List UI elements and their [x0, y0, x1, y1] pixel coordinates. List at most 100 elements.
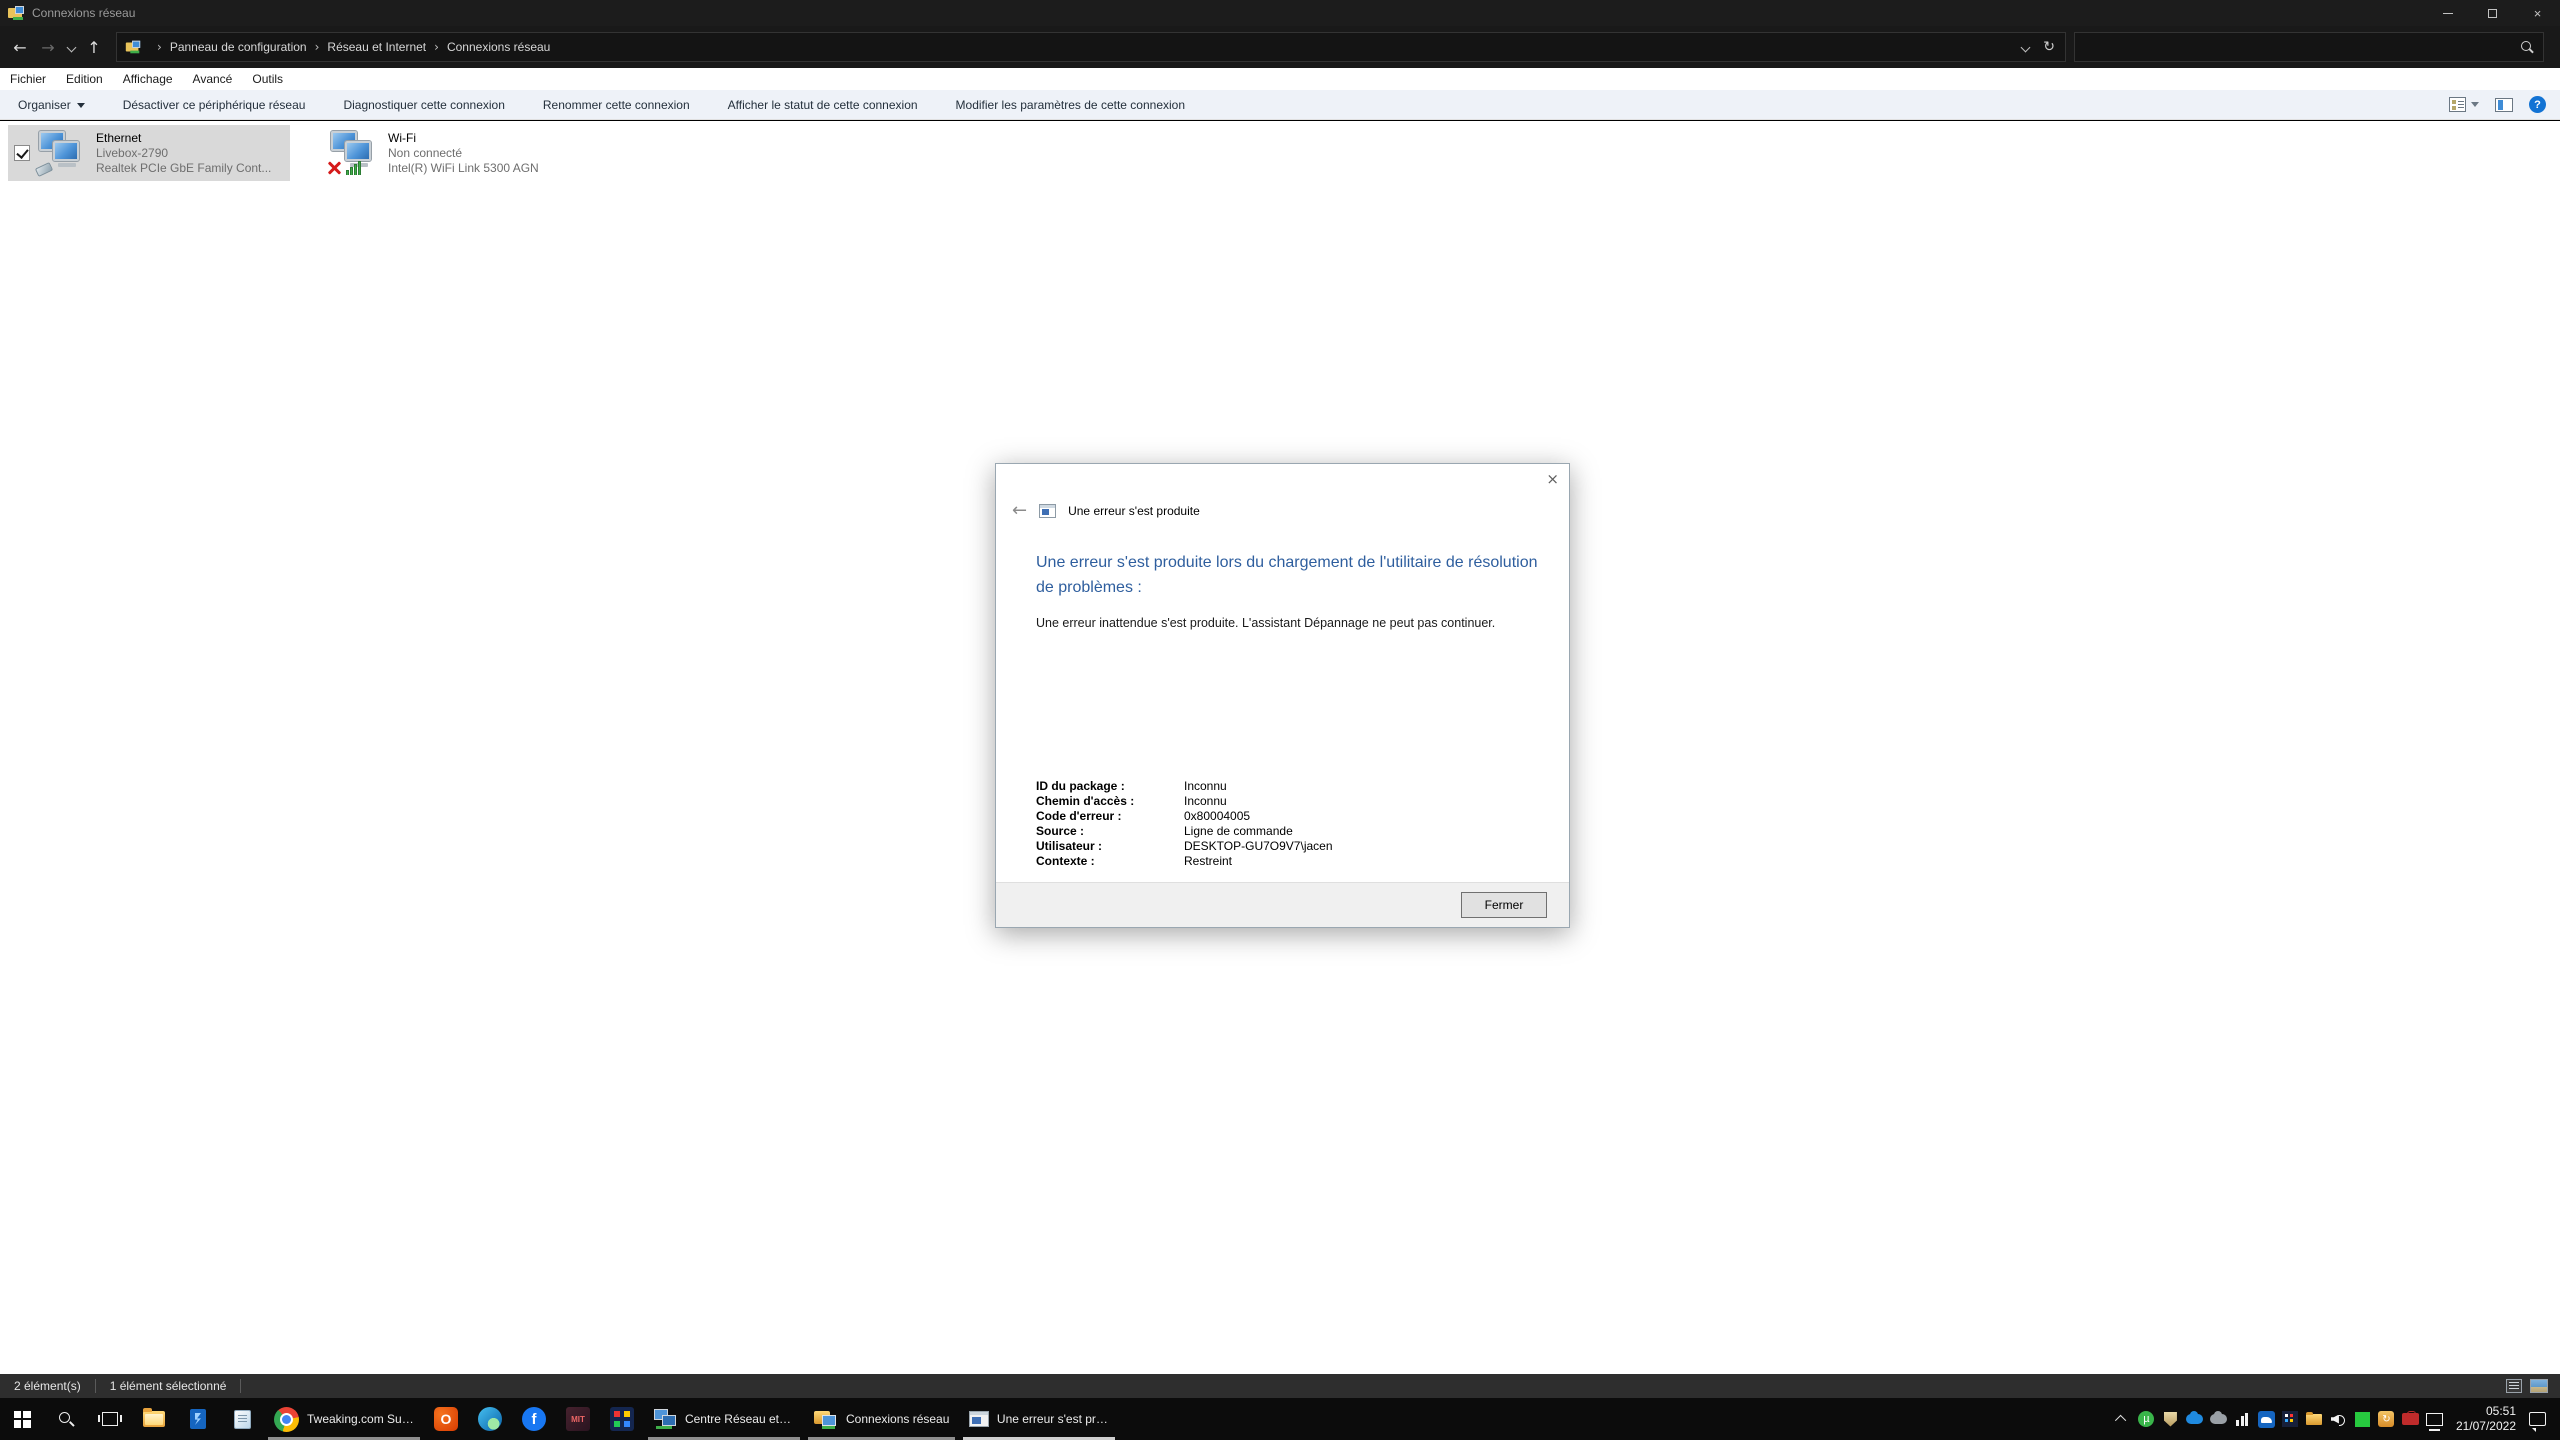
address-dropdown-icon[interactable] — [2021, 42, 2031, 52]
view-options-dropdown-icon — [2471, 102, 2479, 107]
edge-button[interactable] — [468, 1398, 512, 1440]
search-icon — [57, 1410, 75, 1428]
toolbox-tray-icon[interactable] — [2402, 1411, 2419, 1428]
maximize-button[interactable] — [2470, 0, 2515, 26]
adapter-device: Intel(R) WiFi Link 5300 AGN — [388, 161, 539, 176]
breadcrumb-control-panel[interactable]: Panneau de configuration — [170, 40, 307, 54]
green-square-tray-icon[interactable] — [2354, 1411, 2371, 1428]
disable-device-button[interactable]: Désactiver ce périphérique réseau — [123, 98, 306, 112]
dialog-title: Une erreur s'est produite — [1068, 504, 1200, 518]
car-app-tray-icon[interactable] — [2258, 1411, 2275, 1428]
menu-fichier[interactable]: Fichier — [0, 72, 56, 86]
shield-tray-icon[interactable] — [2162, 1411, 2179, 1428]
forward-icon[interactable]: → — [34, 33, 62, 61]
help-icon[interactable]: ? — [2529, 96, 2546, 113]
connection-status-button[interactable]: Afficher le statut de cette connexion — [728, 98, 918, 112]
preview-pane-icon[interactable] — [2495, 98, 2513, 112]
menu-outils[interactable]: Outils — [242, 72, 293, 86]
breadcrumb-network-connections[interactable]: Connexions réseau — [447, 40, 550, 54]
adapter-ethernet[interactable]: Ethernet Livebox-2790 Realtek PCIe GbE F… — [8, 125, 290, 181]
adapter-network: Livebox-2790 — [96, 146, 271, 161]
refresh-icon[interactable]: ↻ — [2043, 39, 2055, 55]
breadcrumb[interactable]: › Panneau de configuration › Réseau et I… — [116, 32, 2066, 62]
cloud-sync-tray-icon[interactable] — [2210, 1411, 2227, 1428]
sync-orange-tray-icon[interactable]: ↻ — [2378, 1411, 2395, 1428]
network-center-window-button[interactable]: Centre Réseau et p... — [644, 1398, 804, 1440]
adapter-device: Realtek PCIe GbE Family Cont... — [96, 161, 271, 176]
start-button[interactable] — [0, 1398, 44, 1440]
detail-row: Contexte :Restreint — [1036, 854, 1333, 869]
network-folder-icon — [8, 6, 24, 20]
location-icon — [126, 41, 140, 54]
view-options-icon — [2449, 97, 2466, 112]
search-input[interactable] — [2075, 40, 2519, 54]
rename-connection-button[interactable]: Renommer cette connexion — [543, 98, 690, 112]
file-explorer-button[interactable] — [132, 1398, 176, 1440]
stats-bars-tray-icon[interactable] — [2234, 1411, 2251, 1428]
chrome-window-button[interactable]: Tweaking.com Sup... — [264, 1398, 424, 1440]
network-connections-window-button[interactable]: Connexions réseau — [804, 1398, 959, 1440]
adapter-wifi[interactable]: Wi-Fi Non connecté Intel(R) WiFi Link 53… — [300, 125, 600, 181]
dialog-message: Une erreur inattendue s'est produite. L'… — [1036, 616, 1541, 630]
change-settings-button[interactable]: Modifier les paramètres de cette connexi… — [956, 98, 1185, 112]
view-options-button[interactable] — [2449, 97, 2479, 112]
office-button[interactable]: O — [424, 1398, 468, 1440]
pinned-app-blue-button[interactable] — [176, 1398, 220, 1440]
history-dropdown-icon[interactable] — [62, 33, 80, 61]
breadcrumb-network-internet[interactable]: Réseau et Internet — [327, 40, 426, 54]
detail-row: Utilisateur :DESKTOP-GU7O9V7\jacen — [1036, 839, 1333, 854]
error-window-icon — [969, 1411, 989, 1427]
action-center-icon[interactable] — [2529, 1411, 2546, 1428]
back-icon[interactable]: ← — [6, 33, 34, 61]
taskbar-clock[interactable]: 05:51 21/07/2022 — [2450, 1404, 2522, 1434]
close-button[interactable]: × — [2515, 0, 2560, 26]
menu-avance[interactable]: Avancé — [183, 72, 243, 86]
notepad-button[interactable] — [220, 1398, 264, 1440]
error-window-button[interactable]: Une erreur s'est pro... — [959, 1398, 1119, 1440]
diagnose-connection-button[interactable]: Diagnostiquer cette connexion — [343, 98, 504, 112]
pinned-app-blue-icon — [190, 1409, 206, 1429]
details-view-icon[interactable] — [2506, 1379, 2522, 1393]
large-icons-view-icon[interactable] — [2530, 1379, 2548, 1393]
ethernet-tray-icon[interactable] — [2426, 1411, 2443, 1428]
search-box[interactable] — [2074, 32, 2544, 62]
disconnected-x-icon — [326, 160, 342, 176]
fermer-button[interactable]: Fermer — [1461, 892, 1547, 918]
menu-affichage[interactable]: Affichage — [113, 72, 183, 86]
onedrive-tray-icon[interactable] — [2186, 1411, 2203, 1428]
wifi-adapter-icon — [328, 130, 380, 176]
ethernet-adapter-icon — [36, 130, 88, 176]
dialog-back-icon[interactable]: ← — [1012, 502, 1027, 520]
command-bar: Organiser Désactiver ce périphérique rés… — [0, 90, 2560, 120]
dialog-heading: Une erreur s'est produite lors du charge… — [1036, 550, 1541, 600]
task-view-button[interactable] — [88, 1398, 132, 1440]
dialog-close-icon[interactable]: × — [1546, 470, 1559, 488]
chrome-icon — [274, 1407, 299, 1432]
taskbar: Tweaking.com Sup... O f MIT Centre Résea… — [0, 1398, 2560, 1440]
ludo-game-icon — [610, 1407, 634, 1431]
clock-time: 05:51 — [2456, 1404, 2516, 1419]
facebook-icon: f — [522, 1407, 546, 1431]
menu-edition[interactable]: Edition — [56, 72, 113, 86]
adapter-name: Ethernet — [96, 131, 271, 146]
detail-row: Source :Ligne de commande — [1036, 824, 1333, 839]
desktop: Connexions réseau × ← → ↑ › Panneau de c… — [0, 0, 2560, 1440]
organize-button[interactable]: Organiser — [18, 98, 85, 112]
ludo-game-button[interactable] — [600, 1398, 644, 1440]
selected-count: 1 élément sélectionné — [96, 1379, 241, 1393]
mit-app-button[interactable]: MIT — [556, 1398, 600, 1440]
utorrent-tray-icon[interactable]: µ — [2138, 1411, 2155, 1428]
volume-tray-icon[interactable] — [2330, 1411, 2347, 1428]
taskbar-search-button[interactable] — [44, 1398, 88, 1440]
hidden-icons-chevron-icon[interactable] — [2114, 1411, 2131, 1428]
minimize-button[interactable] — [2425, 0, 2470, 26]
up-icon[interactable]: ↑ — [80, 33, 108, 61]
ethernet-checkbox[interactable] — [14, 145, 30, 161]
office-icon: O — [434, 1407, 458, 1431]
task-view-icon — [102, 1412, 118, 1426]
pixel-game-tray-icon[interactable] — [2282, 1411, 2299, 1428]
facebook-button[interactable]: f — [512, 1398, 556, 1440]
adapter-name: Wi-Fi — [388, 131, 539, 146]
folder-tray-icon[interactable] — [2306, 1411, 2323, 1428]
item-count: 2 élément(s) — [0, 1379, 95, 1393]
